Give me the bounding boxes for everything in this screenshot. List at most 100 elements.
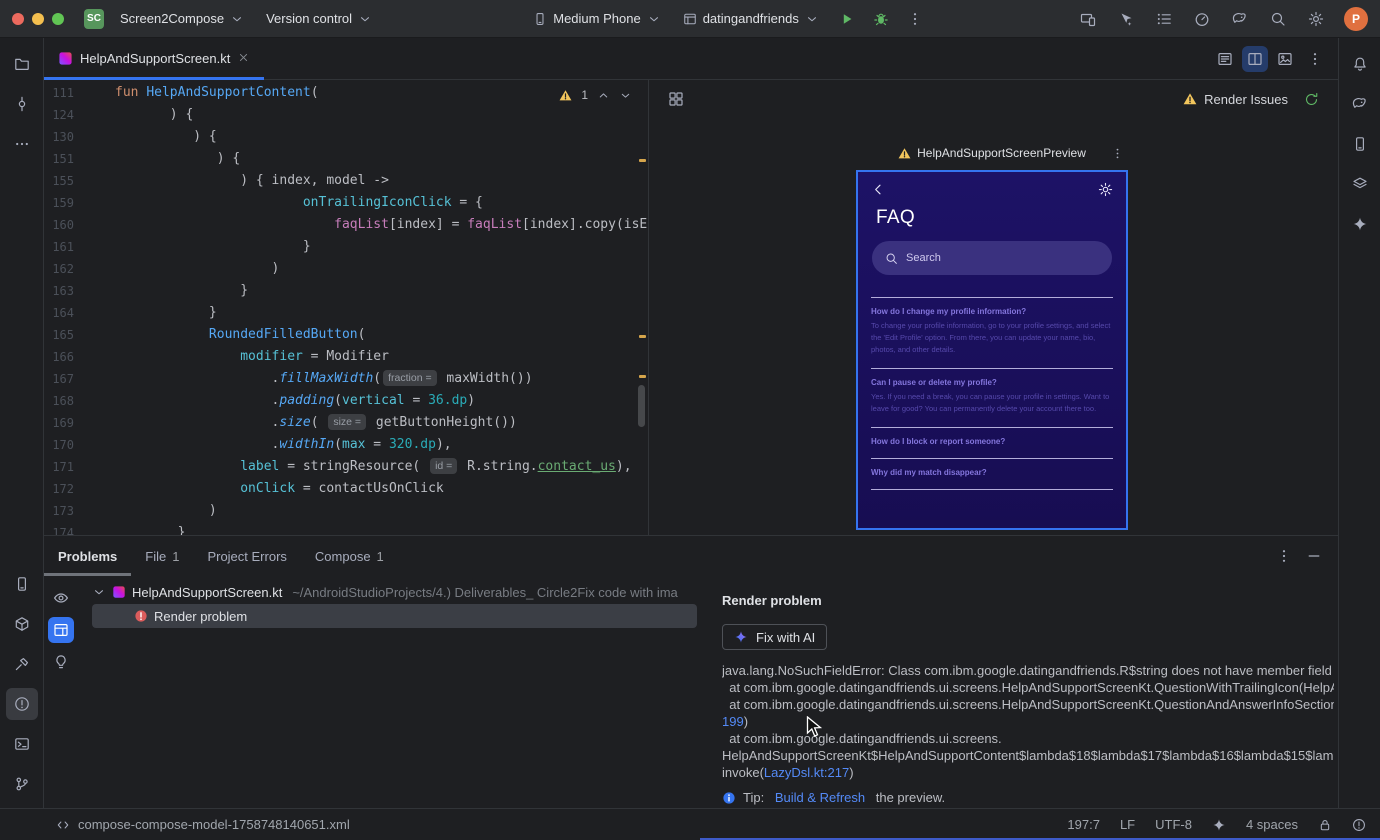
device-manager-button[interactable] bbox=[1344, 128, 1376, 160]
refresh-preview-button[interactable] bbox=[1298, 86, 1324, 112]
layers-button[interactable] bbox=[1344, 168, 1376, 200]
code-view-button[interactable] bbox=[1212, 46, 1238, 72]
code-line[interactable]: 166 modifier = Modifier bbox=[44, 346, 648, 368]
code-line[interactable]: 130 ) { bbox=[44, 126, 648, 148]
inspection-widget[interactable]: 1 bbox=[559, 88, 632, 102]
build-button[interactable] bbox=[6, 648, 38, 680]
code-line[interactable]: 163 } bbox=[44, 280, 648, 302]
fix-with-ai-button[interactable]: Fix with AI bbox=[722, 624, 828, 650]
lightbulb-button[interactable] bbox=[48, 649, 74, 675]
user-avatar[interactable]: P bbox=[1344, 6, 1368, 31]
profiler-button[interactable] bbox=[1188, 6, 1216, 32]
warning-ruler-mark[interactable] bbox=[639, 159, 646, 162]
design-view-button[interactable] bbox=[1272, 46, 1298, 72]
package-button[interactable] bbox=[6, 608, 38, 640]
detail-view-button[interactable] bbox=[48, 617, 74, 643]
faq-item[interactable]: Why did my match disappear? bbox=[871, 459, 1113, 489]
run-button[interactable] bbox=[833, 6, 861, 32]
more-vertical-button[interactable] bbox=[1302, 46, 1328, 72]
code-line[interactable]: 124 ) { bbox=[44, 104, 648, 126]
code-line[interactable]: 164 } bbox=[44, 302, 648, 324]
project-selector[interactable]: Screen2Compose bbox=[112, 7, 252, 30]
warning-ruler-mark[interactable] bbox=[639, 375, 646, 378]
code-line[interactable]: 160 faqList[index] = faqList[index].copy… bbox=[44, 214, 648, 236]
split-view-button[interactable] bbox=[1242, 45, 1268, 72]
run-configuration-selector[interactable]: datingandfriends bbox=[675, 7, 827, 30]
minimize-window-button[interactable] bbox=[32, 12, 44, 25]
code-line[interactable]: 162 ) bbox=[44, 258, 648, 280]
ai-status[interactable] bbox=[1212, 818, 1226, 832]
code-line[interactable]: 159 onTrailingIconClick = { bbox=[44, 192, 648, 214]
code-editor[interactable]: 111 fun HelpAndSupportContent(124 ) {130 … bbox=[44, 80, 648, 535]
code-line[interactable]: 161 } bbox=[44, 236, 648, 258]
tab-helpandsupportscreen[interactable]: HelpAndSupportScreen.kt bbox=[44, 38, 265, 80]
warning-ruler-mark[interactable] bbox=[639, 335, 646, 338]
code-line[interactable]: 165 RoundedFilledButton( bbox=[44, 324, 648, 346]
mirror-device-button[interactable] bbox=[1074, 6, 1102, 32]
code-line[interactable]: 169 .size( size = getButtonHeight()) bbox=[44, 412, 648, 434]
faq-item[interactable]: How do I change my profile information? T… bbox=[871, 298, 1113, 368]
vcs-widget[interactable]: Version control bbox=[258, 7, 380, 30]
hide-panel-button[interactable] bbox=[1306, 548, 1322, 564]
gradle-button[interactable] bbox=[1344, 88, 1376, 120]
more-run-actions-button[interactable] bbox=[901, 6, 929, 32]
gallery-view-button[interactable] bbox=[663, 86, 689, 112]
chevron-up-icon[interactable] bbox=[597, 89, 610, 102]
code-line[interactable]: 174 } bbox=[44, 522, 648, 535]
gear-icon[interactable] bbox=[1098, 182, 1113, 197]
device-button[interactable] bbox=[6, 568, 38, 600]
maximize-window-button[interactable] bbox=[52, 12, 64, 25]
code-line[interactable]: 111 fun HelpAndSupportContent( bbox=[44, 82, 648, 104]
preview-menu-button[interactable] bbox=[1108, 144, 1126, 162]
debug-button[interactable] bbox=[867, 6, 895, 32]
code-line[interactable]: 173 ) bbox=[44, 500, 648, 522]
device-selector[interactable]: Medium Phone bbox=[525, 7, 668, 30]
ai-cursor-button[interactable] bbox=[1112, 6, 1140, 32]
phone-preview[interactable]: FAQ Search How do I change my profile in… bbox=[856, 170, 1128, 530]
folder-button[interactable] bbox=[6, 48, 38, 80]
chevron-down-icon[interactable] bbox=[92, 585, 106, 599]
statusbar-file-widget[interactable]: compose-compose-model-1758748140651.xml bbox=[14, 817, 350, 832]
tab-compose[interactable]: Compose 1 bbox=[301, 536, 398, 576]
code-line[interactable]: 155 ) { index, model -> bbox=[44, 170, 648, 192]
search-button[interactable] bbox=[1264, 6, 1292, 32]
panel-menu-button[interactable] bbox=[1276, 548, 1292, 564]
code-line[interactable]: 172 onClick = contactUsOnClick bbox=[44, 478, 648, 500]
chevron-down-icon[interactable] bbox=[619, 89, 632, 102]
gemini-button[interactable] bbox=[1344, 208, 1376, 240]
code-line[interactable]: 170 .widthIn(max = 320.dp), bbox=[44, 434, 648, 456]
settings-button[interactable] bbox=[1302, 6, 1330, 32]
code-line[interactable]: 167 .fillMaxWidth(fraction = maxWidth()) bbox=[44, 368, 648, 390]
caret-position[interactable]: 197:7 bbox=[1067, 817, 1100, 832]
file-lock[interactable] bbox=[1318, 818, 1332, 832]
tab-project-errors[interactable]: Project Errors bbox=[193, 536, 300, 576]
tab-close-button[interactable] bbox=[237, 51, 250, 67]
render-issues-status[interactable]: Render Issues bbox=[1183, 92, 1288, 107]
code-line[interactable]: 168 .padding(vertical = 36.dp) bbox=[44, 390, 648, 412]
tab-file[interactable]: File 1 bbox=[131, 536, 193, 576]
stack-link[interactable]: LazyDsl.kt:217 bbox=[764, 765, 849, 780]
tree-error-row[interactable]: Render problem bbox=[92, 604, 697, 628]
code-line[interactable]: 171 label = stringResource( id = R.strin… bbox=[44, 456, 648, 478]
line-separator[interactable]: LF bbox=[1120, 817, 1135, 832]
bell-button[interactable] bbox=[1344, 48, 1376, 80]
commit-button[interactable] bbox=[6, 88, 38, 120]
eye-button[interactable] bbox=[48, 585, 74, 611]
inspections-widget[interactable] bbox=[1352, 818, 1366, 832]
indent-config[interactable]: 4 spaces bbox=[1246, 817, 1298, 832]
back-icon[interactable] bbox=[871, 182, 886, 197]
close-window-button[interactable] bbox=[12, 12, 24, 25]
terminal-button[interactable] bbox=[6, 728, 38, 760]
build-refresh-link[interactable]: Build & Refresh bbox=[775, 790, 865, 805]
faq-item[interactable]: How do I block or report someone? bbox=[871, 428, 1113, 458]
tab-problems[interactable]: Problems bbox=[44, 536, 132, 576]
stack-link[interactable]: 199 bbox=[722, 714, 744, 729]
faq-search-bar[interactable]: Search bbox=[872, 241, 1112, 275]
problems-button[interactable] bbox=[5, 688, 38, 720]
tree-file-row[interactable]: HelpAndSupportScreen.kt ~/AndroidStudioP… bbox=[78, 580, 726, 604]
todo-list-button[interactable] bbox=[1150, 6, 1178, 32]
faq-item[interactable]: Can I pause or delete my profile? Yes. If… bbox=[871, 369, 1113, 427]
more-horizontal-button[interactable] bbox=[6, 128, 38, 160]
editor-scrollbar[interactable] bbox=[638, 385, 645, 427]
code-line[interactable]: 151 ) { bbox=[44, 148, 648, 170]
